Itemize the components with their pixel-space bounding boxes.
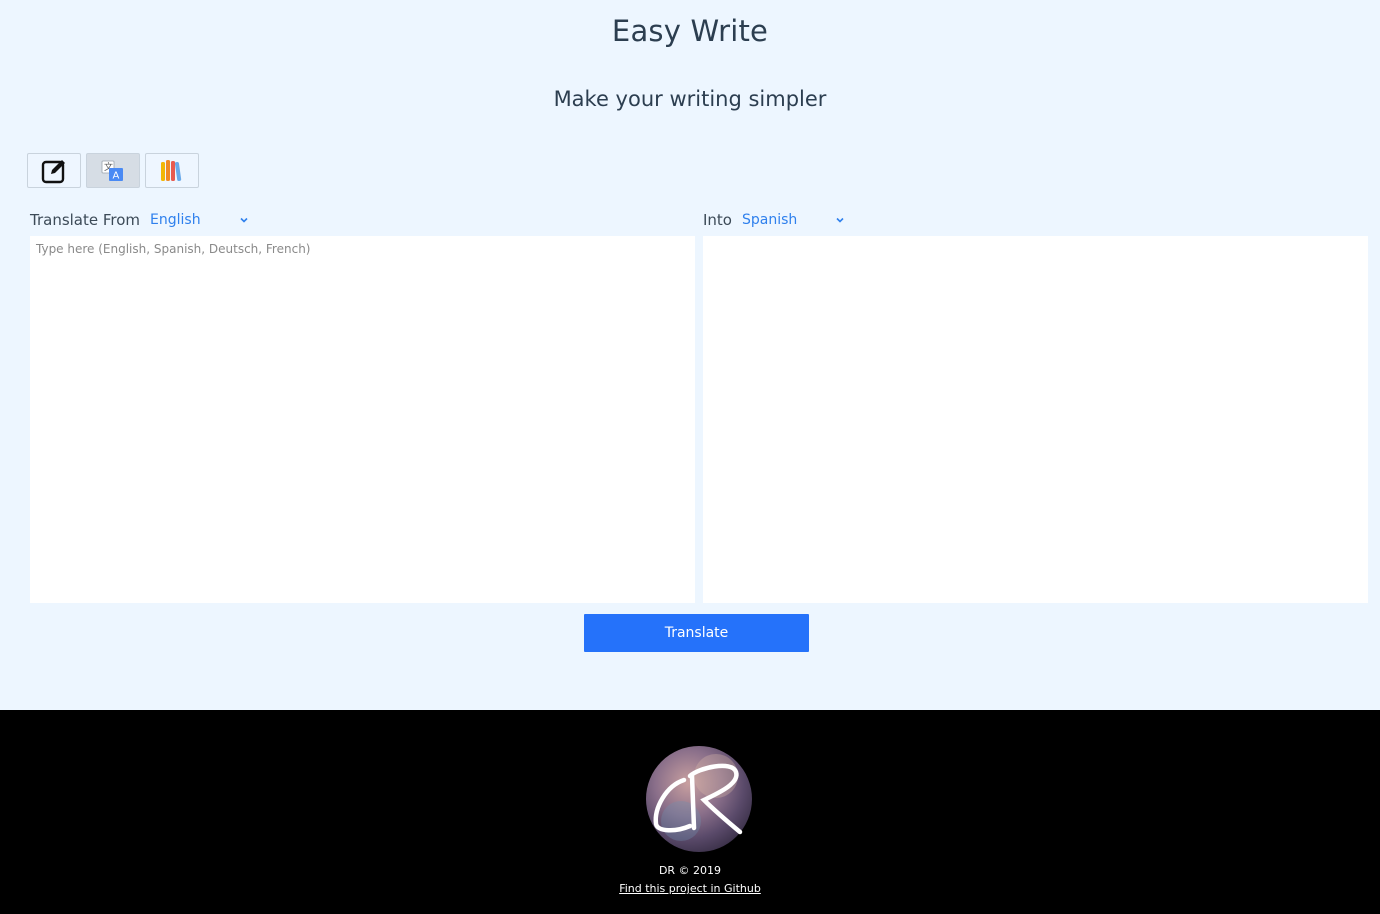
svg-text:A: A [113, 170, 120, 181]
edit-mode-button[interactable] [27, 153, 81, 188]
chevron-down-icon [240, 217, 248, 223]
source-text-box [30, 236, 695, 603]
target-language-value: Spanish [742, 212, 798, 228]
footer: DR © 2019 Find this project in Github [0, 710, 1380, 914]
target-text-box [703, 236, 1368, 603]
books-icon [161, 159, 182, 181]
target-language-row: Into Spanish [703, 211, 845, 229]
copyright-text: DR © 2019 [658, 864, 722, 877]
target-language-select[interactable]: Spanish [742, 212, 845, 228]
source-language-value: English [150, 212, 201, 228]
github-link[interactable]: Find this project in Github [619, 882, 761, 895]
translate-icon: 文 A [101, 160, 123, 181]
source-language-select[interactable]: English [150, 212, 249, 228]
page-subtitle: Make your writing simpler [553, 87, 827, 111]
source-text-input[interactable] [30, 236, 695, 603]
target-language-label: Into [703, 211, 732, 229]
chevron-down-icon [836, 217, 844, 223]
source-language-row: Translate From English [30, 211, 249, 229]
translate-mode-button[interactable]: 文 A [86, 153, 140, 188]
translate-button[interactable]: Translate [584, 614, 809, 652]
source-language-label: Translate From [30, 211, 141, 229]
page-title: Easy Write [611, 14, 769, 48]
target-text-output[interactable] [703, 236, 1368, 603]
github-link-wrapper: Find this project in Github [0, 882, 1380, 895]
dr-logo [646, 746, 752, 852]
main-section: Easy Write Make your writing simpler 文 A [0, 0, 1380, 710]
library-mode-button[interactable] [145, 153, 199, 188]
mode-toolbar: 文 A [27, 153, 199, 188]
edit-icon [41, 159, 65, 183]
